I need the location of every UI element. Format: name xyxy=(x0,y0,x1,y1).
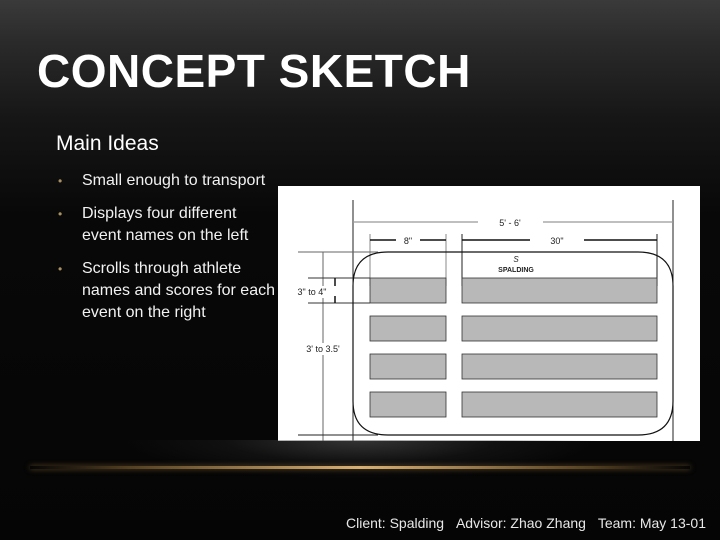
spalding-logo: SPALDING xyxy=(498,267,534,274)
sketch-drawing: 5' - 6' 8" 30" 3" to 4" 3' to 3.5' S SPA… xyxy=(292,200,674,441)
row-height-label: 3" to 4" xyxy=(298,287,327,297)
subheading: Main Ideas xyxy=(56,132,159,155)
athlete-score-row xyxy=(461,277,658,304)
athlete-score-row xyxy=(461,353,658,380)
bullet-text: Small enough to transport xyxy=(82,172,266,189)
concept-sketch-image: 5' - 6' 8" 30" 3" to 4" 3' to 3.5' S SPA… xyxy=(278,186,700,441)
divider-glow xyxy=(120,440,600,480)
bullet-text: Scrolls through athlete names and scores… xyxy=(82,260,275,321)
bullet-text: Displays four different event names on t… xyxy=(82,205,249,244)
bullet-dot-icon: • xyxy=(58,174,63,188)
event-rows xyxy=(369,277,658,418)
right-col-width-label: 30" xyxy=(550,236,563,246)
slide-title: CONCEPT SKETCH xyxy=(37,45,471,97)
bullet-dot-icon: • xyxy=(58,207,63,221)
footer-advisor: Advisor: Zhao Zhang xyxy=(455,515,586,531)
bullet-list: • Small enough to transport • Displays fou… xyxy=(56,170,276,335)
athlete-score-row xyxy=(461,391,658,418)
gold-divider-line xyxy=(30,466,690,469)
bullet-item: • Scrolls through athlete names and score… xyxy=(56,258,276,324)
event-name-row xyxy=(369,391,447,418)
bullet-dot-icon: • xyxy=(58,262,63,276)
bullet-item: • Small enough to transport xyxy=(56,170,276,192)
event-name-row xyxy=(369,315,447,342)
left-col-width-label: 8" xyxy=(404,236,412,246)
overall-height-label: 3' to 3.5' xyxy=(306,344,340,354)
athlete-score-row xyxy=(461,315,658,342)
footer-client: Client: Spalding xyxy=(346,515,445,531)
footer-team: Team: May 13-01 xyxy=(597,515,706,531)
spalding-logo-mark-icon: S xyxy=(513,255,519,264)
event-name-row xyxy=(369,353,447,380)
footer: Client: Spalding Advisor: Zhao Zhang Tea… xyxy=(338,515,706,531)
bullet-item: • Displays four different event names on … xyxy=(56,203,276,247)
event-name-row xyxy=(369,277,447,304)
overall-width-label: 5' - 6' xyxy=(499,218,521,228)
